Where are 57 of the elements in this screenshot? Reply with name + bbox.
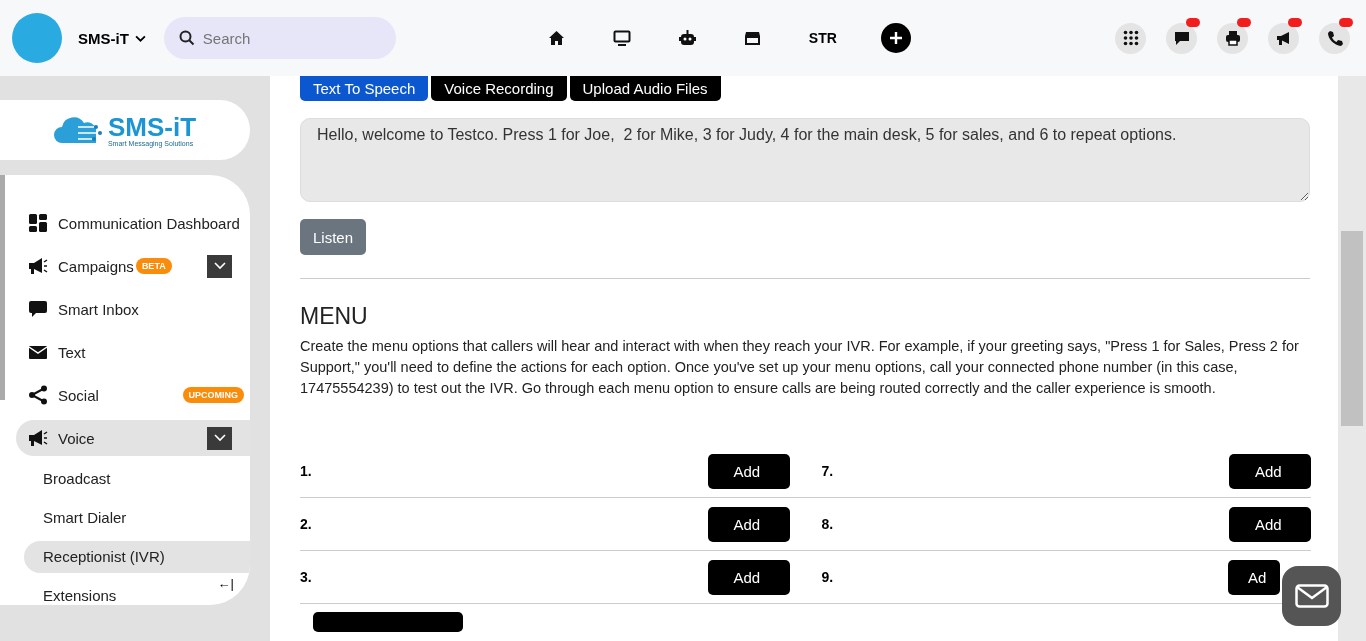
tab[interactable]: Text To Speech bbox=[300, 76, 429, 101]
expand-toggle[interactable] bbox=[207, 254, 232, 278]
expand-toggle[interactable] bbox=[207, 426, 232, 450]
add-button[interactable]: Ad bbox=[1228, 559, 1280, 595]
chevron-icon bbox=[213, 262, 226, 270]
option-number: 3. bbox=[300, 569, 312, 585]
scrollbar-thumb[interactable] bbox=[1341, 231, 1363, 426]
add-icon[interactable] bbox=[880, 23, 911, 53]
submenu-item[interactable]: Receptionist (IVR) bbox=[24, 541, 250, 573]
phone-icon bbox=[1326, 30, 1343, 46]
greeting-field[interactable]: Hello, welcome to Testco. Press 1 for Joe, 2 for Mike, 3 for Judy, 4 for the main desk, 5 for sales, and 6 to repeat options. bbox=[300, 118, 1310, 202]
account-menu[interactable]: SMS-iT bbox=[78, 29, 146, 47]
add-button[interactable]: Add bbox=[707, 559, 790, 595]
sidebar-item[interactable]: Text bbox=[16, 334, 250, 370]
chevron-icon bbox=[134, 34, 146, 42]
option-number: 8. bbox=[821, 516, 834, 532]
submenu-item[interactable]: Smart Dialer bbox=[24, 502, 137, 534]
tab[interactable]: Voice Recording bbox=[431, 76, 567, 101]
option-number: 9. bbox=[821, 569, 834, 585]
add-button[interactable]: Add bbox=[1229, 453, 1311, 489]
sidebar-item[interactable]: Campaigns BETA bbox=[16, 248, 250, 284]
logo-title: SMS-iT bbox=[107, 113, 197, 140]
nav-link[interactable]: STR bbox=[804, 24, 841, 52]
collapse-button[interactable]: ←| bbox=[217, 576, 234, 591]
submenu-item[interactable]: Broadcast bbox=[24, 463, 121, 495]
dashboard-icon bbox=[28, 213, 48, 233]
chevron-icon bbox=[213, 434, 226, 442]
megaphone-icon bbox=[28, 428, 48, 448]
search-icon bbox=[178, 30, 195, 46]
chat-icon bbox=[28, 299, 48, 319]
message-button[interactable] bbox=[1282, 566, 1341, 626]
chat-icon bbox=[1173, 30, 1190, 46]
megaphone-icon bbox=[28, 256, 48, 276]
status-badge: BETA bbox=[135, 258, 172, 274]
sidebar-item[interactable]: Smart Inbox bbox=[16, 291, 250, 327]
sidebar-item[interactable]: Social UPCOMING bbox=[16, 377, 250, 413]
option-number: 2. bbox=[300, 516, 312, 532]
menu-description: Create the menu options that callers will hear and interact with when they reach your IVR. For example, if your greeting says, "Press 1 for Sales, Press 2 for Support," you'll need to define the actions for each option. Once you've set up your menu options, call your connected phone number (in this case, 17475554239) to test out the IVR. Go through each menu option to ensure calls are being routed correctly and the caller experience is smooth. bbox=[300, 337, 1300, 398]
option-number: 7. bbox=[821, 463, 834, 479]
envelope-icon bbox=[1294, 584, 1329, 608]
listen-button[interactable]: Listen bbox=[300, 219, 367, 255]
sidebar-item[interactable]: Voice bbox=[16, 420, 250, 456]
megaphone-icon bbox=[1275, 30, 1292, 46]
section-title: MENU bbox=[300, 303, 369, 330]
sidebar-item[interactable]: Communication Dashboard bbox=[16, 205, 250, 241]
status-badge: UPCOMING bbox=[182, 387, 244, 403]
add-button[interactable]: Add bbox=[707, 506, 790, 542]
add-button[interactable]: Add bbox=[707, 453, 790, 489]
add-button[interactable]: Add bbox=[1229, 506, 1311, 542]
share-icon bbox=[28, 385, 48, 405]
option-number: 1. bbox=[300, 463, 312, 479]
apps-icon bbox=[1122, 30, 1139, 46]
search-field[interactable]: Search bbox=[163, 17, 396, 59]
submenu-item[interactable]: Extensions bbox=[24, 580, 127, 605]
printer-icon bbox=[1224, 30, 1241, 46]
tab[interactable]: Upload Audio Files bbox=[569, 76, 721, 101]
apps-button[interactable] bbox=[1115, 22, 1146, 54]
